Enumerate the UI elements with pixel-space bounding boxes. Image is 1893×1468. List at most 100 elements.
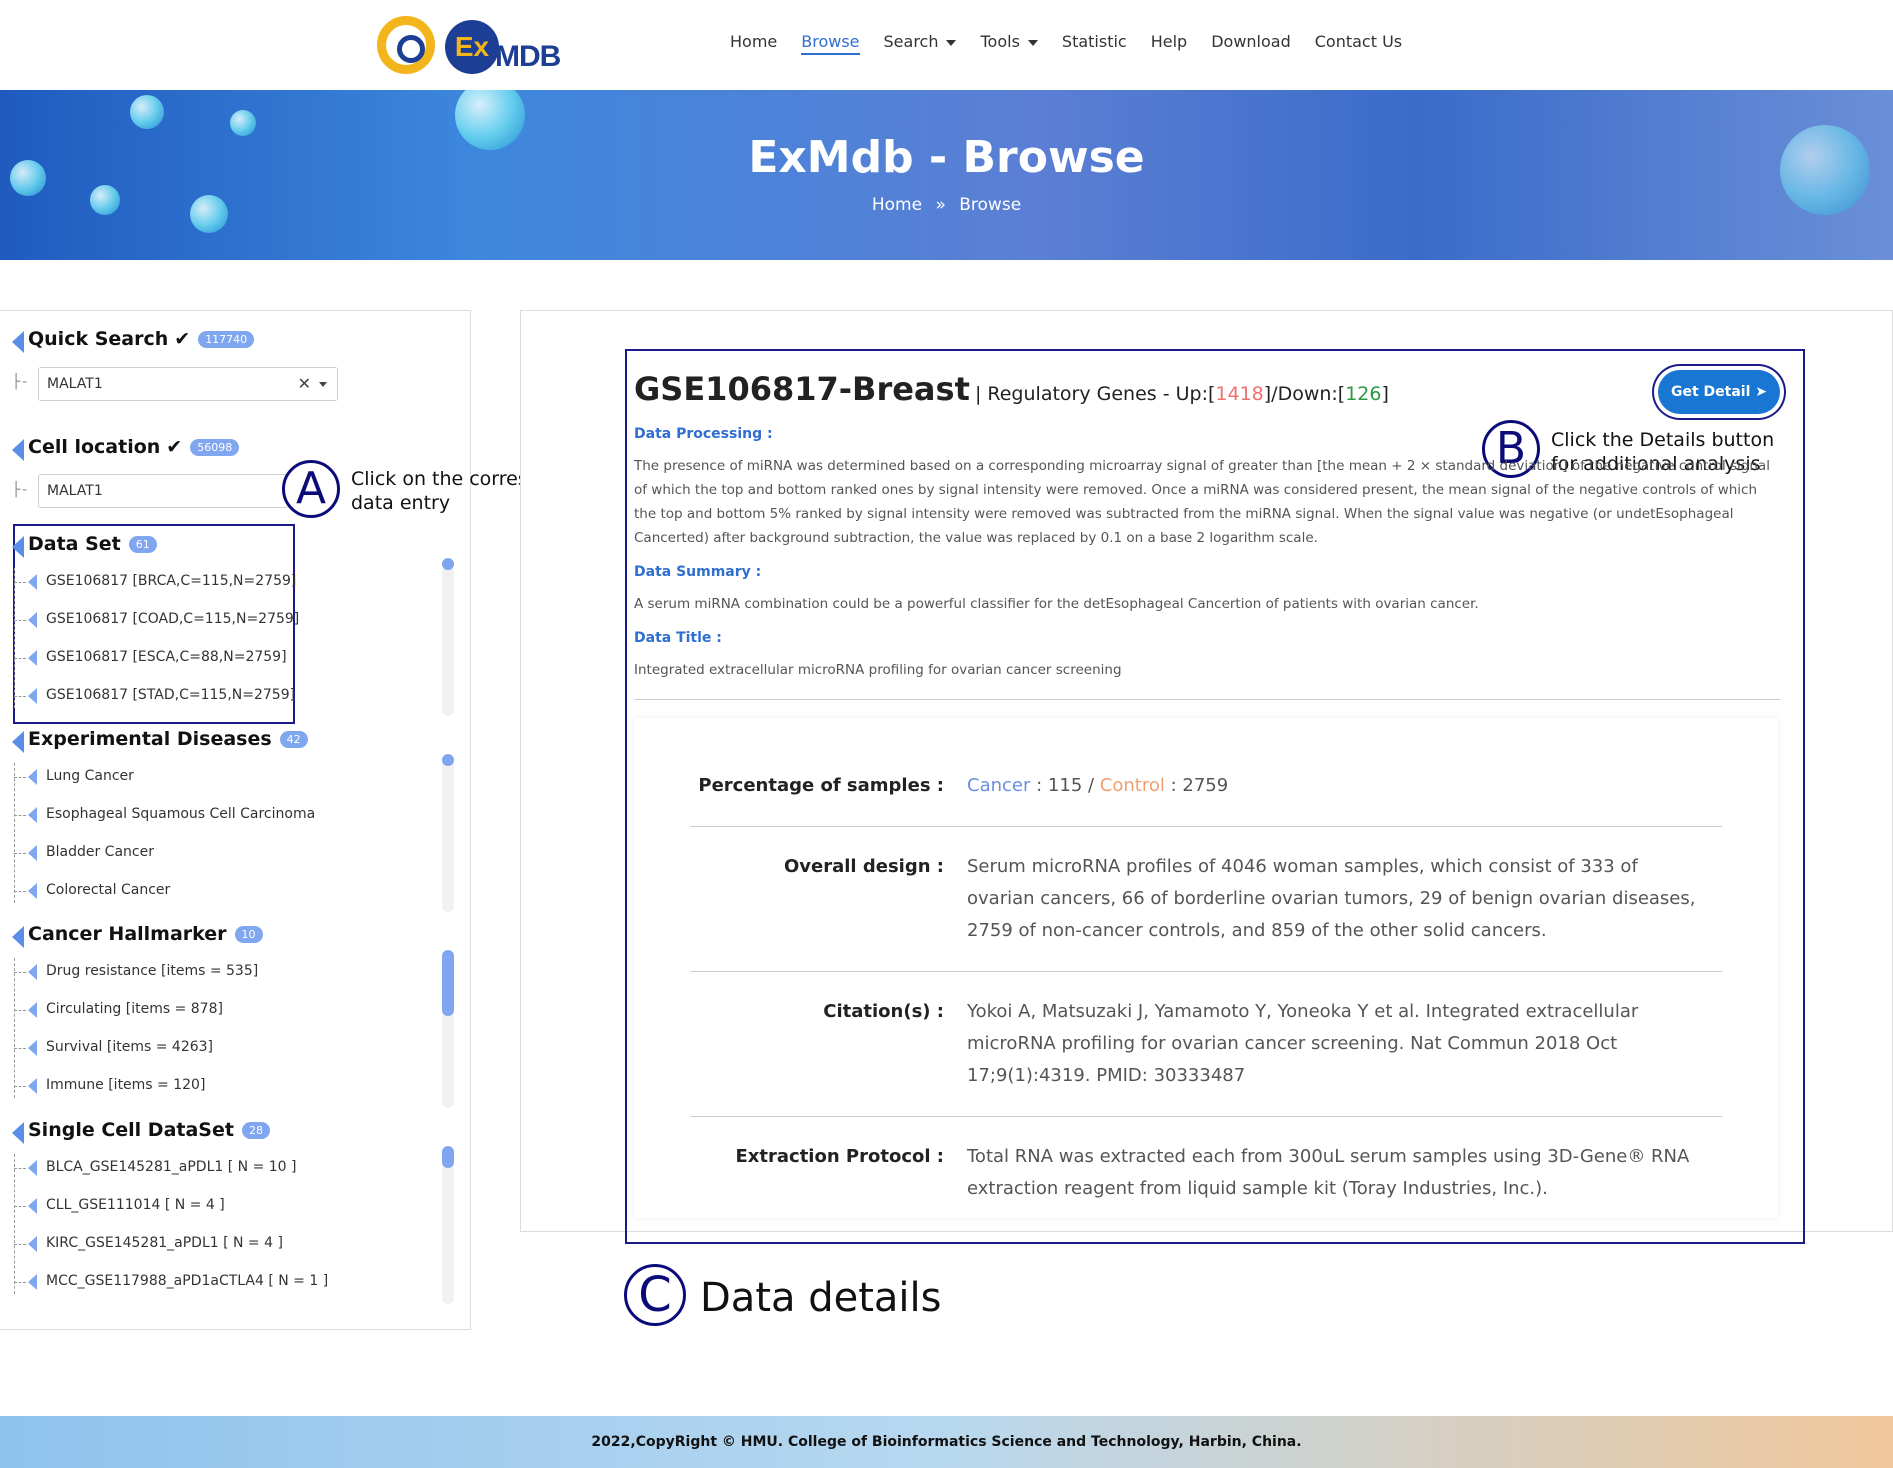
data-processing-text: The presence of miRNA was determined bas… (634, 458, 1770, 546)
reg-mid: ]/Down:[ (1263, 383, 1346, 405)
cell-location-label: Cell location (28, 436, 161, 458)
percentage-label: Percentage of samples : (698, 775, 944, 796)
nav-browse[interactable]: Browse (801, 32, 860, 55)
annotation-a-marker: A (282, 460, 340, 518)
hallmarker-item-drug-resistance[interactable]: Drug resistance [items = 535] (13, 963, 258, 980)
quick-search-value: MALAT1 (47, 376, 103, 392)
nav-home[interactable]: Home (730, 32, 777, 55)
data-set-scrollbar[interactable] (442, 558, 454, 716)
cancer-hallmarker-label: Cancer Hallmarker (28, 923, 227, 945)
single-cell-count-badge: 28 (241, 1122, 270, 1139)
dataset-title: GSE106817-Breast (634, 370, 970, 408)
check-icon: ✔ (166, 436, 183, 458)
single-cell-item-mcc[interactable]: MCC_GSE117988_aPD1aCTLA4 [ N = 1 ] (13, 1273, 328, 1290)
overall-design-label: Overall design : (783, 856, 944, 877)
hallmarker-scrollbar[interactable] (442, 950, 454, 1108)
main-nav: Home Browse Search Tools Statistic Help … (730, 32, 1426, 55)
citation-text: Yokoi A, Matsuzaki J, Yamamoto Y, Yoneok… (967, 1001, 1639, 1086)
data-set-item-coad[interactable]: GSE106817 [COAD,C=115,N=2759] (13, 611, 299, 628)
disease-item-escc[interactable]: Esophageal Squamous Cell Carcinoma (13, 806, 315, 823)
divider (690, 971, 1722, 972)
percentage-value: Cancer : 115 / Control : 2759 (967, 770, 1707, 802)
hallmarker-item-immune[interactable]: Immune [items = 120] (13, 1077, 205, 1094)
nav-search-label: Search (883, 32, 939, 51)
data-summary-label: Data Summary : (634, 564, 762, 580)
scroll-thumb[interactable] (442, 558, 454, 570)
single-cell-item-blca[interactable]: BLCA_GSE145281_aPDL1 [ N = 10 ] (13, 1159, 296, 1176)
logo-ex: Ex (445, 20, 499, 74)
tree-line (14, 1154, 15, 1294)
reg-prefix: | Regulatory Genes - Up:[ (974, 383, 1216, 405)
data-set-label: Data Set (28, 533, 121, 555)
breadcrumb-separator: » (935, 195, 946, 215)
overall-design-text: Serum microRNA profiles of 4046 woman sa… (967, 856, 1696, 941)
site-header: Ex MDB Home Browse Search Tools Statisti… (0, 0, 1893, 90)
divider (690, 826, 1722, 827)
up-count: 1418 (1215, 383, 1264, 405)
scroll-thumb[interactable] (442, 1146, 454, 1168)
page-title: ExMdb - Browse (748, 132, 1145, 183)
disease-item-bladder-cancer[interactable]: Bladder Cancer (14, 844, 154, 861)
single-cell-scrollbar[interactable] (442, 1146, 454, 1304)
hallmarker-item-circulating[interactable]: Circulating [items = 878] (14, 1001, 223, 1018)
single-cell-title[interactable]: Single Cell DataSet 28 (12, 1119, 270, 1144)
data-set-item-esca[interactable]: GSE106817 [ESCA,C=88,N=2759] (14, 649, 287, 666)
chevron-down-icon[interactable] (319, 382, 327, 387)
annotation-b-line1: Click the Details button (1551, 429, 1775, 451)
cell-location-count-badge: 56098 (190, 439, 240, 456)
cell-location-title[interactable]: Cell location ✔ 56098 (11, 436, 240, 461)
single-cell-item-kirc[interactable]: KIRC_GSE145281_aPDL1 [ N = 4 ] (14, 1235, 283, 1252)
cancer-word: Cancer (967, 775, 1031, 796)
exmdb-logo[interactable]: Ex MDB (375, 12, 585, 78)
cell-location-select[interactable]: MALAT1 (38, 474, 288, 508)
cancer-hallmarker-title[interactable]: Cancer Hallmarker 10 (12, 923, 263, 948)
clear-icon[interactable]: ✕ (298, 374, 311, 393)
scroll-thumb[interactable] (442, 950, 454, 1016)
data-set-title[interactable]: Data Set 61 (12, 533, 157, 558)
tree-branch: ├- (12, 374, 29, 390)
experimental-diseases-title[interactable]: Experimental Diseases 42 (12, 728, 308, 753)
cancer-hallmarker-count-badge: 10 (234, 926, 263, 943)
nav-statistic[interactable]: Statistic (1062, 32, 1127, 55)
quick-search-label: Quick Search (28, 328, 169, 350)
nav-tools[interactable]: Tools (980, 32, 1038, 55)
extraction-protocol-text: Total RNA was extracted each from 300uL … (967, 1146, 1690, 1199)
single-cell-item-cll[interactable]: CLL_GSE111014 [ N = 4 ] (14, 1197, 225, 1214)
reg-suffix: ] (1381, 383, 1389, 405)
control-count: : 2759 (1170, 775, 1229, 796)
nav-download[interactable]: Download (1211, 32, 1291, 55)
quick-search-title[interactable]: Quick Search ✔ 117740 (11, 328, 255, 353)
tree-branch: ├- (12, 482, 29, 498)
nav-help[interactable]: Help (1151, 32, 1187, 55)
disease-item-lung-cancer[interactable]: Lung Cancer (14, 768, 134, 785)
disease-item-colorectal-cancer[interactable]: Colorectal Cancer (13, 882, 170, 899)
extraction-protocol-label: Extraction Protocol : (735, 1146, 944, 1167)
page-banner: ExMdb - Browse Home » Browse (0, 90, 1893, 260)
nav-tools-label: Tools (980, 32, 1020, 51)
get-detail-button[interactable]: Get Detail ➤ (1658, 370, 1780, 414)
hallmarker-item-survival[interactable]: Survival [items = 4263] (13, 1039, 213, 1056)
scroll-thumb[interactable] (442, 754, 454, 766)
nav-contact-us[interactable]: Contact Us (1315, 32, 1402, 55)
regulatory-genes-summary: | Regulatory Genes - Up:[1418]/Down:[126… (975, 383, 1389, 405)
breadcrumb-home[interactable]: Home (872, 195, 922, 215)
site-footer: 2022,CopyRight © HMU. College of Bioinfo… (0, 1416, 1893, 1468)
chevron-down-icon (1027, 39, 1038, 46)
data-set-item-brca[interactable]: GSE106817 [BRCA,C=115,N=2759] (13, 573, 296, 590)
data-set-item-stad[interactable]: GSE106817 [STAD,C=115,N=2759] (13, 687, 295, 704)
data-set-count-badge: 61 (128, 536, 157, 553)
logo-ring-icon (377, 16, 435, 74)
single-cell-label: Single Cell DataSet (28, 1119, 234, 1141)
diseases-scrollbar[interactable] (442, 754, 454, 912)
data-summary-text: A serum miRNA combination could be a pow… (634, 596, 1479, 612)
breadcrumb-current: Browse (959, 195, 1022, 215)
molecule-bubble-icon (130, 95, 164, 129)
control-word: Control (1099, 775, 1165, 796)
data-title-text: Integrated extracellular microRNA profil… (634, 662, 1122, 678)
get-detail-label: Get Detail (1670, 384, 1751, 400)
dataset-heading: GSE106817-Breast | Regulatory Genes - Up… (634, 370, 1389, 408)
quick-search-select[interactable]: MALAT1 ✕ (38, 367, 338, 401)
experimental-diseases-label: Experimental Diseases (28, 728, 272, 750)
nav-search[interactable]: Search (884, 32, 957, 55)
breadcrumb: Home » Browse (0, 195, 1893, 215)
